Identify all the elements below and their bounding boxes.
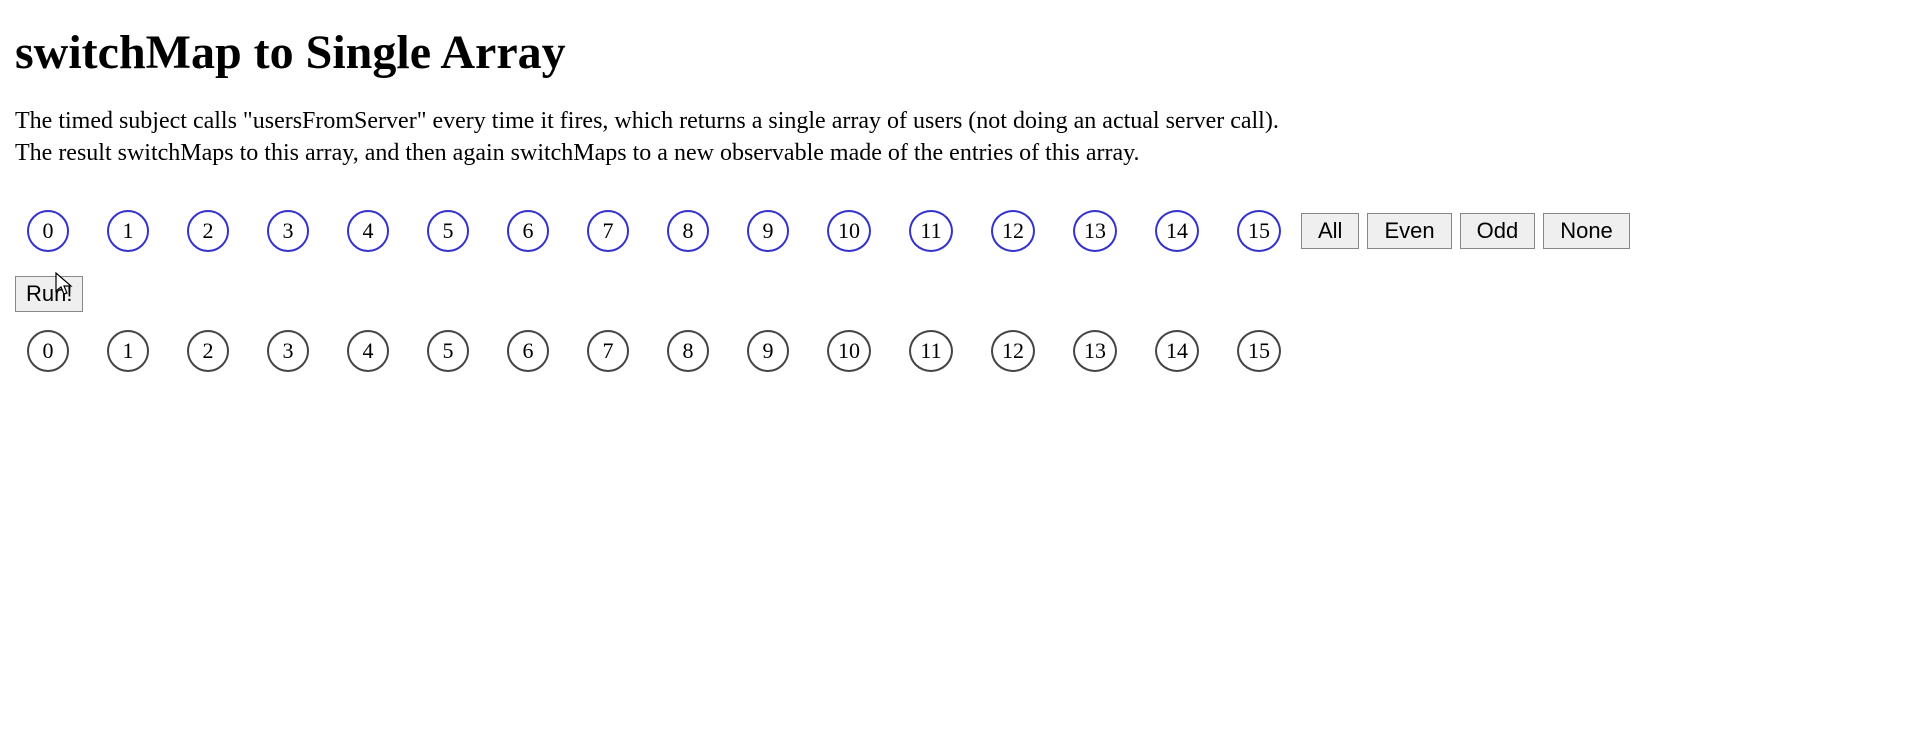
top-circle-item[interactable]: 7 xyxy=(587,210,629,252)
top-circle-item[interactable]: 4 xyxy=(347,210,389,252)
filter-even-button[interactable]: Even xyxy=(1367,213,1451,249)
circle-label: 8 xyxy=(683,218,694,244)
page-description: The timed subject calls "usersFromServer… xyxy=(15,105,1315,170)
circle-label: 13 xyxy=(1084,338,1106,364)
circle-label: 0 xyxy=(43,218,54,244)
top-circle-item[interactable]: 12 xyxy=(991,210,1035,252)
run-button[interactable]: Run! xyxy=(15,276,83,312)
circle-label: 12 xyxy=(1002,338,1024,364)
circle-label: 2 xyxy=(203,218,214,244)
circle-label: 5 xyxy=(443,338,454,364)
top-circle-item[interactable]: 5 xyxy=(427,210,469,252)
top-circle-item[interactable]: 10 xyxy=(827,210,871,252)
bottom-circle-item[interactable]: 1 xyxy=(107,330,149,372)
bottom-circle-item[interactable]: 13 xyxy=(1073,330,1117,372)
circle-label: 6 xyxy=(523,218,534,244)
bottom-circle-item[interactable]: 4 xyxy=(347,330,389,372)
top-circle-item[interactable]: 14 xyxy=(1155,210,1199,252)
top-circle-item[interactable]: 6 xyxy=(507,210,549,252)
bottom-circle-item[interactable]: 7 xyxy=(587,330,629,372)
circle-label: 1 xyxy=(123,338,134,364)
top-circle-item[interactable]: 13 xyxy=(1073,210,1117,252)
top-circle-item[interactable]: 3 xyxy=(267,210,309,252)
circle-label: 6 xyxy=(523,338,534,364)
bottom-circle-item[interactable]: 10 xyxy=(827,330,871,372)
circle-label: 11 xyxy=(920,338,941,364)
filter-none-button[interactable]: None xyxy=(1543,213,1630,249)
circle-label: 11 xyxy=(920,218,941,244)
top-circle-item[interactable]: 11 xyxy=(909,210,953,252)
circle-label: 10 xyxy=(838,218,860,244)
bottom-circle-item[interactable]: 11 xyxy=(909,330,953,372)
filter-all-button[interactable]: All xyxy=(1301,213,1359,249)
circle-label: 3 xyxy=(283,218,294,244)
bottom-row-container: 0123456789101112131415 xyxy=(15,330,1905,372)
circle-label: 3 xyxy=(283,338,294,364)
top-circle-item[interactable]: 15 xyxy=(1237,210,1281,252)
circle-label: 1 xyxy=(123,218,134,244)
top-row-container: 0123456789101112131415 All Even Odd None xyxy=(15,210,1905,252)
bottom-circle-item[interactable]: 3 xyxy=(267,330,309,372)
circle-label: 13 xyxy=(1084,218,1106,244)
bottom-circle-item[interactable]: 0 xyxy=(27,330,69,372)
circle-label: 15 xyxy=(1248,218,1270,244)
circle-label: 5 xyxy=(443,218,454,244)
top-circle-list: 0123456789101112131415 xyxy=(15,210,1281,252)
bottom-circle-item[interactable]: 14 xyxy=(1155,330,1199,372)
bottom-circle-item[interactable]: 6 xyxy=(507,330,549,372)
bottom-circle-item[interactable]: 12 xyxy=(991,330,1035,372)
circle-label: 8 xyxy=(683,338,694,364)
filter-button-group: All Even Odd None xyxy=(1301,213,1630,249)
filter-odd-button[interactable]: Odd xyxy=(1460,213,1536,249)
top-circle-item[interactable]: 8 xyxy=(667,210,709,252)
circle-label: 9 xyxy=(763,338,774,364)
circle-label: 9 xyxy=(763,218,774,244)
bottom-circle-item[interactable]: 8 xyxy=(667,330,709,372)
top-circle-item[interactable]: 2 xyxy=(187,210,229,252)
circle-label: 4 xyxy=(363,338,374,364)
bottom-circle-item[interactable]: 2 xyxy=(187,330,229,372)
bottom-circle-item[interactable]: 9 xyxy=(747,330,789,372)
circle-label: 4 xyxy=(363,218,374,244)
top-circle-item[interactable]: 9 xyxy=(747,210,789,252)
circle-label: 14 xyxy=(1166,338,1188,364)
top-circle-item[interactable]: 0 xyxy=(27,210,69,252)
top-circle-item[interactable]: 1 xyxy=(107,210,149,252)
circle-label: 0 xyxy=(43,338,54,364)
circle-label: 14 xyxy=(1166,218,1188,244)
bottom-circle-item[interactable]: 5 xyxy=(427,330,469,372)
bottom-circle-list: 0123456789101112131415 xyxy=(15,330,1281,372)
bottom-circle-item[interactable]: 15 xyxy=(1237,330,1281,372)
circle-label: 12 xyxy=(1002,218,1024,244)
circle-label: 10 xyxy=(838,338,860,364)
circle-label: 15 xyxy=(1248,338,1270,364)
circle-label: 7 xyxy=(603,338,614,364)
circle-label: 7 xyxy=(603,218,614,244)
page-title: switchMap to Single Array xyxy=(15,25,1905,80)
circle-label: 2 xyxy=(203,338,214,364)
